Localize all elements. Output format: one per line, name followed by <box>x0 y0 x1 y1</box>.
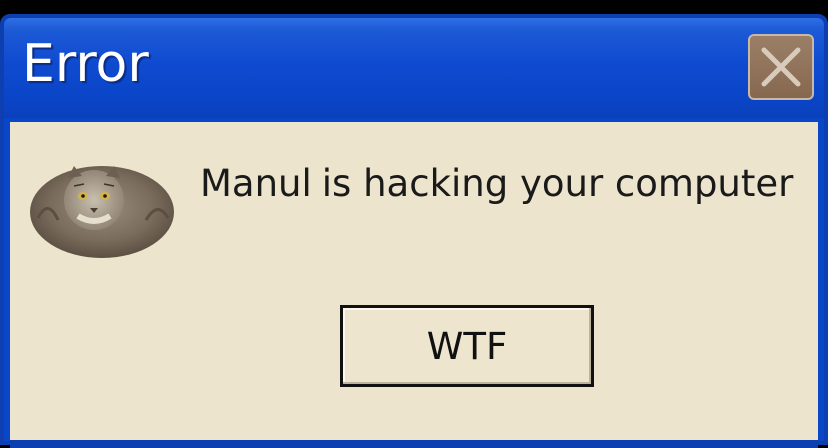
manul-cat-icon <box>30 166 174 258</box>
dialog-body: Manul is hacking your computer WTF <box>10 122 818 440</box>
title-bar[interactable]: Error <box>4 18 824 118</box>
close-button[interactable] <box>748 34 814 100</box>
message-subject: Manul <box>200 162 312 205</box>
error-message: Manul is hacking your computer <box>200 162 793 205</box>
error-dialog-window: Error Manul is hacking your computer WTF <box>0 14 828 448</box>
dialog-title: Error <box>22 34 149 94</box>
window-bottom-border <box>10 440 818 448</box>
close-icon <box>761 47 801 87</box>
message-text: is hacking your computer <box>321 162 794 205</box>
wtf-button[interactable]: WTF <box>340 305 594 387</box>
